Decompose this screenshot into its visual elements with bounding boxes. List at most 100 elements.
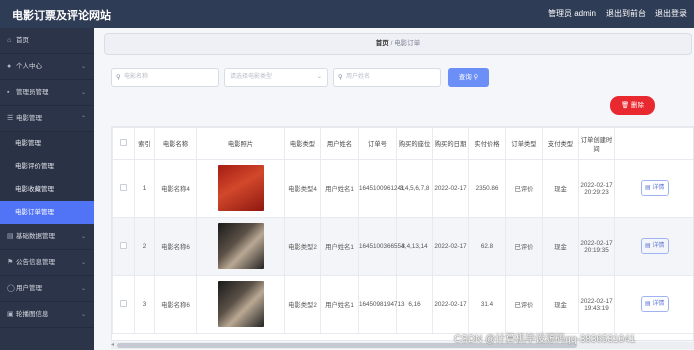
search-icon: ⚲: [116, 74, 121, 81]
row-checkbox[interactable]: [112, 217, 135, 276]
sidebar-item-label: 基础数据管理: [16, 233, 55, 240]
breadcrumb-separator: /: [390, 40, 393, 47]
sidebar-item-basic-data[interactable]: ▤ 基础数据管理 ⌄: [0, 224, 94, 250]
col-order-no: 订单号: [358, 127, 397, 160]
sidebar-subitem-movie-manage[interactable]: 电影管理: [0, 132, 94, 155]
sidebar-item-admin[interactable]: ▪ 管理员管理 ⌄: [0, 80, 94, 106]
cell-index: 1: [134, 159, 155, 218]
cell-movie-name: 电影名称4: [154, 159, 197, 218]
cell-actions: ▤ 详情: [614, 159, 693, 218]
delete-button[interactable]: 🗑 删除: [610, 96, 655, 115]
cell-user-name: 用户姓名1: [320, 217, 359, 276]
table-row: 2 电影名称6 电影类型2 用户姓名1 1645100366554 3,4,13…: [112, 217, 693, 276]
breadcrumb-home[interactable]: 首页: [376, 40, 389, 47]
cell-actions: ▤ 详情: [614, 275, 693, 334]
home-icon: ⌂: [7, 37, 12, 44]
user-name-input[interactable]: ⚲ 用户姓名: [333, 68, 441, 87]
sidebar-item-carousel[interactable]: ▣ 轮播图信息 ⌄: [0, 302, 94, 328]
sidebar-item-users[interactable]: ◯用户管理 ⌄: [0, 276, 94, 302]
row-checkbox[interactable]: [112, 159, 135, 218]
scroll-left-arrow-icon[interactable]: ◂: [111, 341, 114, 348]
cell-movie-type: 电影类型2: [284, 217, 321, 276]
row-checkbox[interactable]: [112, 275, 135, 334]
cell-date: 2022-02-17: [432, 275, 469, 334]
document-icon: ▤: [645, 242, 651, 249]
chevron-down-icon: ⌄: [316, 74, 322, 80]
site-title: 电影订票及评论网站: [12, 10, 111, 22]
sidebar-item-movies[interactable]: ☰ 电影管理 ⌃: [0, 106, 94, 132]
orders-table: 索引 电影名称 电影照片 电影类型 用户姓名 订单号 购买的座位 购买的日期 实…: [111, 126, 694, 341]
main-content: 首页 / 电影订单 ⚲ 电影名称 请选择电影类型 ⌄ ⚲ 用户姓名 查询 ⚲ 🗑 删除…: [94, 28, 694, 350]
search-button[interactable]: 查询 ⚲: [448, 68, 489, 87]
sidebar-item-label: 首页: [16, 37, 29, 44]
col-created: 订单创建时间: [578, 127, 615, 160]
col-order-type: 订单类型: [505, 127, 543, 160]
flag-icon: ⚑: [7, 259, 14, 266]
film-icon: ☰: [7, 115, 14, 122]
chevron-down-icon: ⌄: [80, 312, 86, 318]
detail-button[interactable]: ▤ 详情: [641, 237, 669, 254]
document-icon: ▤: [645, 184, 651, 191]
cell-date: 2022-02-17: [432, 217, 469, 276]
movie-type-select[interactable]: 请选择电影类型 ⌄: [224, 68, 328, 87]
col-price: 实付价格: [468, 127, 506, 160]
cell-movie-photo: [196, 159, 285, 218]
movie-poster-image: [217, 280, 264, 327]
watermark: CSDN @计算机毕设源码qq-3836531041: [454, 334, 636, 345]
sidebar-item-home[interactable]: ⌂ 首页: [0, 28, 94, 54]
document-icon: ▤: [645, 300, 651, 307]
detail-button[interactable]: ▤ 详情: [641, 295, 669, 312]
data-icon: ▤: [7, 233, 14, 240]
chevron-down-icon: ⌄: [80, 90, 86, 96]
exit-to-front-link[interactable]: 退出到前台: [606, 8, 646, 19]
cell-movie-type: 电影类型4: [284, 159, 321, 218]
cell-index: 2: [134, 217, 155, 276]
user-icon: ●: [7, 63, 12, 70]
col-date: 购买的日期: [432, 127, 469, 160]
search-icon: ⚲: [473, 74, 479, 81]
sidebar-item-label: 管理员管理: [16, 89, 49, 96]
sidebar-item-notice[interactable]: ⚑ 公告信息管理 ⌄: [0, 250, 94, 276]
col-user-name: 用户姓名: [320, 127, 359, 160]
chevron-down-icon: ⌄: [80, 286, 86, 292]
cell-pay-type: 现金: [542, 275, 579, 334]
col-pay-type: 支付类型: [542, 127, 579, 160]
cell-movie-type: 电影类型2: [284, 275, 321, 334]
col-index: 索引: [134, 127, 155, 160]
cell-created: 2022-02-17 20:29:23: [578, 159, 615, 218]
cell-movie-photo: [196, 275, 285, 334]
table-row: 1 电影名称4 电影类型4 用户姓名1 1645100961241 3,4,5,…: [112, 159, 693, 218]
cell-pay-type: 现金: [542, 159, 579, 218]
top-bar: 电影订票及评论网站 管理员 admin 退出到前台 退出登录: [0, 0, 694, 28]
col-movie-name: 电影名称: [154, 127, 197, 160]
col-movie-type: 电影类型: [284, 127, 321, 160]
cell-price: 62.8: [468, 217, 506, 276]
col-seats: 购买的座位: [396, 127, 433, 160]
movie-poster-image: [217, 164, 264, 211]
cell-order-type: 已评价: [505, 275, 543, 334]
sidebar-item-personal[interactable]: ● 个人中心 ⌄: [0, 54, 94, 80]
detail-button[interactable]: ▤ 详情: [641, 179, 669, 196]
sidebar-subitem-movie-review[interactable]: 电影评价管理: [0, 155, 94, 178]
cell-price: 31.4: [468, 275, 506, 334]
sidebar: ⌂ 首页 ● 个人中心 ⌄ ▪ 管理员管理 ⌄ ☰ 电影管理 ⌃ 电影管理 电影评价管理 电影…: [0, 28, 94, 350]
admin-icon: ▪: [7, 89, 10, 96]
select-all-checkbox[interactable]: [112, 127, 135, 160]
trash-icon: 🗑: [620, 102, 630, 109]
movie-name-input[interactable]: ⚲ 电影名称: [111, 68, 219, 87]
chevron-down-icon: ⌄: [80, 234, 86, 240]
sidebar-subitem-movie-collect[interactable]: 电影收藏管理: [0, 178, 94, 201]
cell-movie-name: 电影名称6: [154, 217, 197, 276]
cell-order-no: 1645100961241: [358, 159, 405, 218]
logout-link[interactable]: 退出登录: [655, 8, 687, 19]
cell-movie-photo: [196, 217, 285, 276]
cell-price: 2350.86: [468, 159, 506, 218]
search-icon: ⚲: [338, 74, 343, 81]
chevron-up-icon: ⌃: [80, 116, 86, 122]
cell-user-name: 用户姓名1: [320, 159, 359, 218]
cell-order-no: 1645098194713: [358, 275, 405, 334]
sidebar-subitem-movie-orders[interactable]: 电影订单管理: [0, 201, 94, 224]
user-circle-icon: ◯: [7, 285, 15, 292]
cell-order-type: 已评价: [505, 217, 543, 276]
cell-movie-name: 电影名称6: [154, 275, 197, 334]
